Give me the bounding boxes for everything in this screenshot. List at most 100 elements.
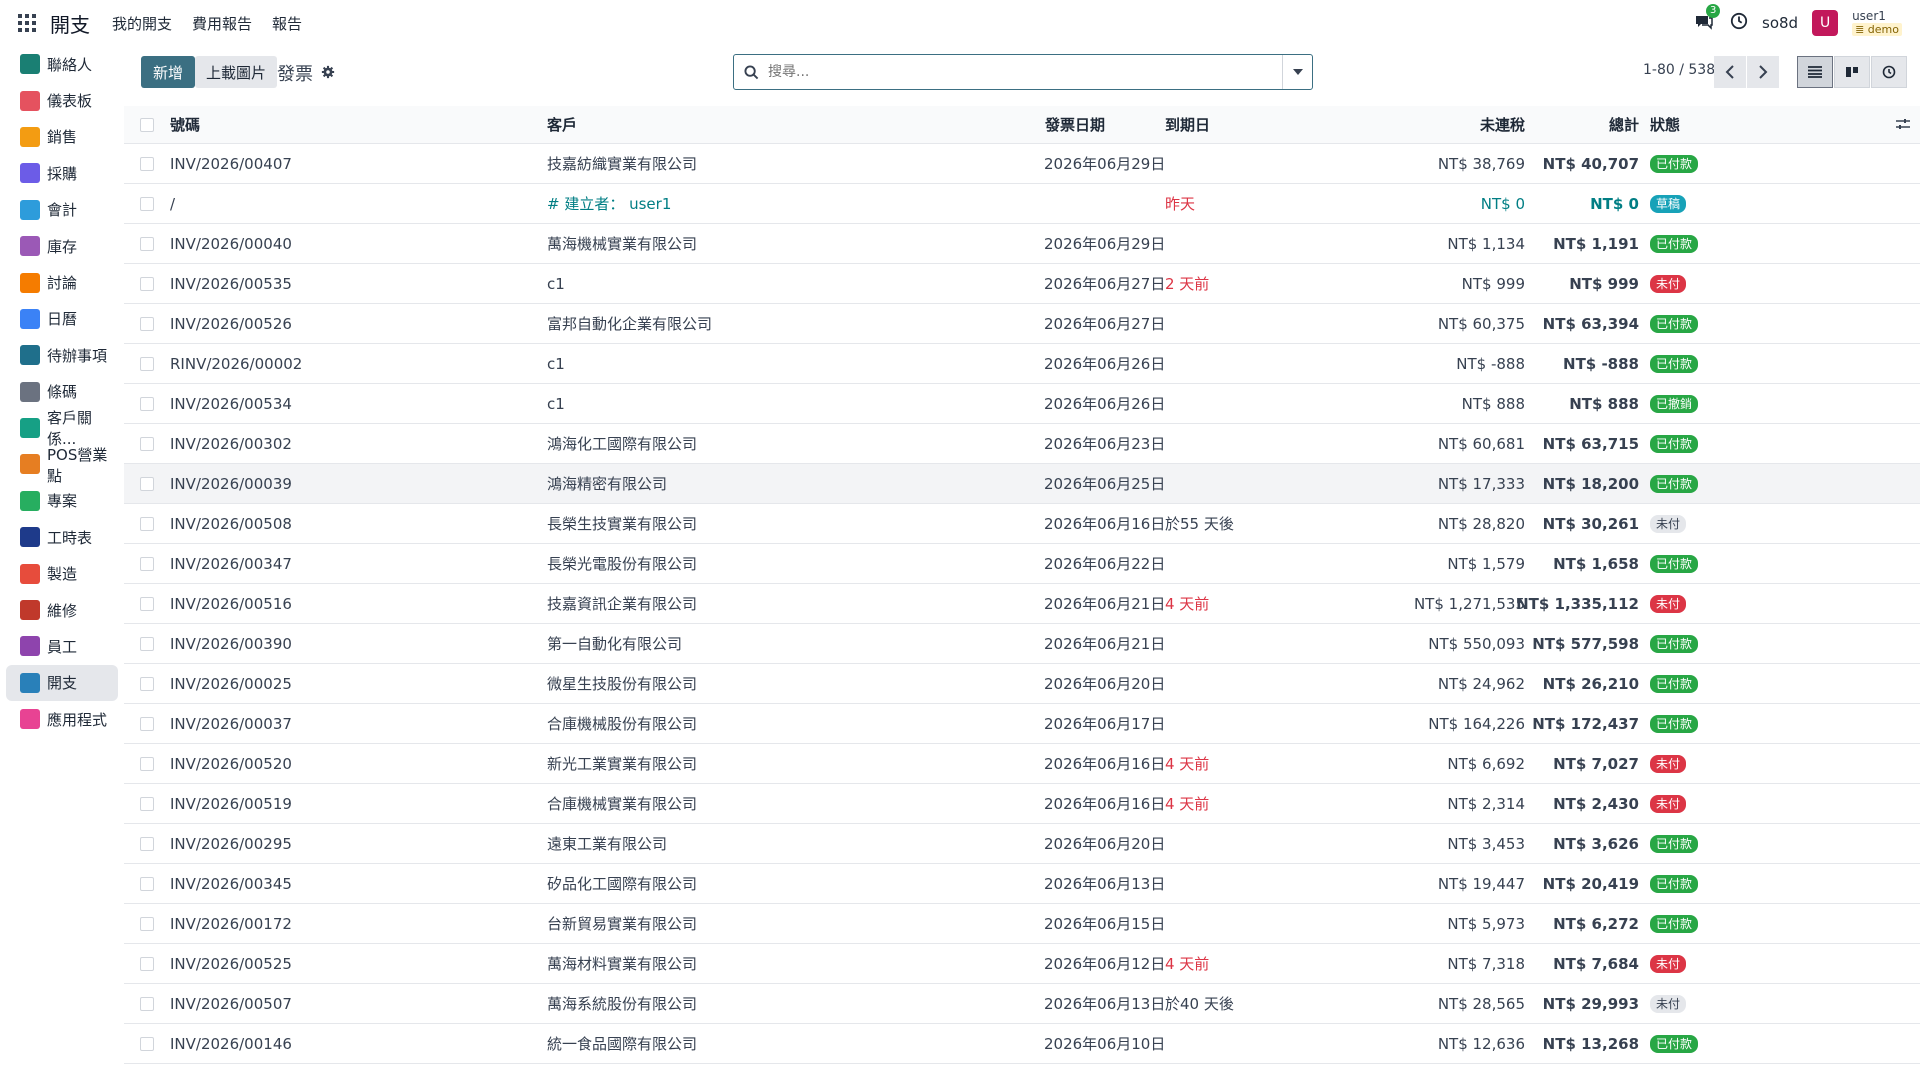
sidebar-item-purchase[interactable]: 採購 [6,155,118,191]
row-checkbox[interactable] [140,596,154,611]
optional-columns-toggle-icon[interactable] [1896,116,1910,134]
search-options-toggle[interactable] [1282,55,1312,89]
sidebar-item-apps[interactable]: 應用程式 [6,701,118,737]
row-checkbox[interactable] [140,756,154,771]
row-checkbox[interactable] [140,916,154,931]
column-header-invoice-date[interactable]: 發票日期 [1045,114,1105,135]
table-row[interactable]: INV/2026/00037 合庫機械股份有限公司 2026年06月17日 NT$ 1… [124,704,1920,744]
menu-expense-reports[interactable]: 費用報告 [192,13,252,34]
row-checkbox[interactable] [140,716,154,731]
row-checkbox[interactable] [140,876,154,891]
menu-reporting[interactable]: 報告 [272,13,302,34]
table-row[interactable]: INV/2026/00535 c1 2026年06月27日 2 天前 NT$ 999 NT… [124,264,1920,304]
column-header-total[interactable]: 總計 [1609,114,1639,135]
sidebar-item-inventory[interactable]: 庫存 [6,228,118,264]
sidebar-item-timesheet[interactable]: 工時表 [6,519,118,555]
sidebar-item-contacts[interactable]: 聯絡人 [6,46,118,82]
table-row[interactable]: INV/2026/00040 萬海機械實業有限公司 2026年06月29日 NT$ 1… [124,224,1920,264]
row-checkbox[interactable] [140,156,154,171]
table-row[interactable]: RINV/2026/00002 c1 2026年06月26日 NT$ -888 NT$ … [124,344,1920,384]
row-checkbox[interactable] [140,196,154,211]
new-button[interactable]: 新增 [141,56,196,88]
search-input[interactable] [768,64,1282,80]
table-row[interactable]: INV/2026/00039 鴻海精密有限公司 2026年06月25日 NT$ 17,… [124,464,1920,504]
customer-name: 第一自動化有限公司 [547,635,683,653]
table-row[interactable]: INV/2026/00172 台新貿易實業有限公司 2026年06月15日 NT$ 5… [124,904,1920,944]
table-row[interactable]: INV/2026/00520 新光工業實業有限公司 2026年06月16日 4 天前 N… [124,744,1920,784]
row-checkbox[interactable] [140,556,154,571]
table-row[interactable]: INV/2026/00519 合庫機械實業有限公司 2026年06月16日 4 天前 N… [124,784,1920,824]
row-checkbox[interactable] [140,356,154,371]
list-view-button[interactable] [1797,56,1833,88]
table-row[interactable]: INV/2026/00507 萬海系統股份有限公司 2026年06月13日 於40 天… [124,984,1920,1024]
column-header-customer[interactable]: 客戶 [547,114,577,135]
column-header-untaxed[interactable]: 未連稅 [1480,114,1525,135]
row-checkbox[interactable] [140,676,154,691]
row-checkbox[interactable] [140,836,154,851]
kanban-view-button[interactable] [1834,56,1870,88]
row-checkbox[interactable] [140,1036,154,1051]
menu-my-expenses[interactable]: 我的開支 [112,13,172,34]
sidebar-item-project[interactable]: 專案 [6,483,118,519]
row-checkbox[interactable] [140,476,154,491]
row-checkbox[interactable] [140,236,154,251]
pager-previous-button[interactable] [1714,56,1746,88]
table-header: 號碼 客戶 發票日期 到期日 未連稅 總計 狀態 [124,106,1920,144]
upload-image-button[interactable]: 上載圖片 [195,56,278,88]
gear-icon[interactable] [321,63,335,84]
calendar-icon [20,308,40,329]
sidebar-item-dashboard[interactable]: 儀表板 [6,82,118,118]
column-header-number[interactable]: 號碼 [170,114,200,135]
table-row[interactable]: INV/2026/00407 技嘉紡織實業有限公司 2026年06月29日 NT$ 3… [124,144,1920,184]
pager-next-button[interactable] [1747,56,1779,88]
table-row[interactable]: INV/2026/00302 鴻海化工國際有限公司 2026年06月23日 NT$ 6… [124,424,1920,464]
user-menu[interactable]: user1 ≣ demo [1852,10,1902,36]
row-checkbox[interactable] [140,636,154,651]
sidebar-item-todo[interactable]: 待辦事項 [6,337,118,373]
table-row[interactable]: INV/2026/00146 統一食品國際有限公司 2026年06月10日 NT$ 1… [124,1024,1920,1064]
table-row[interactable]: / # 建立者： user1 昨天 NT$ 0 NT$ 0 草稿 [124,184,1920,224]
sidebar-item-employees[interactable]: 員工 [6,628,118,664]
table-row[interactable]: INV/2026/00347 長榮光電股份有限公司 2026年06月22日 NT$ 1… [124,544,1920,584]
sidebar-item-crm[interactable]: 客戶關係... [6,409,118,448]
sidebar-item-repair[interactable]: 維修 [6,592,118,628]
activity-view-button[interactable] [1871,56,1907,88]
table-row[interactable]: INV/2026/00508 長榮生技實業有限公司 2026年06月16日 於55 天… [124,504,1920,544]
row-checkbox[interactable] [140,396,154,411]
app-menu-grid-icon[interactable] [18,14,36,32]
invoice-date: 2026年06月25日 [1044,475,1166,493]
row-checkbox[interactable] [140,516,154,531]
sidebar-item-label: 日曆 [47,310,78,329]
sidebar-item-barcode[interactable]: 條碼 [6,374,118,410]
company-switcher[interactable]: so8d [1762,14,1798,32]
column-header-due-date[interactable]: 到期日 [1165,114,1210,135]
user-avatar[interactable]: U [1812,10,1839,36]
table-row[interactable]: INV/2026/00525 萬海材料實業有限公司 2026年06月12日 4 天前 N… [124,944,1920,984]
row-checkbox[interactable] [140,956,154,971]
table-row[interactable]: INV/2026/00526 富邦自動化企業有限公司 2026年06月27日 NT$ … [124,304,1920,344]
table-row[interactable]: INV/2026/00390 第一自動化有限公司 2026年06月21日 NT$ 55… [124,624,1920,664]
table-row[interactable]: INV/2026/00295 遠東工業有限公司 2026年06月20日 NT$ 3,4… [124,824,1920,864]
sidebar-item-calendar[interactable]: 日曆 [6,301,118,337]
row-checkbox[interactable] [140,276,154,291]
app-name[interactable]: 開支 [50,9,90,38]
sidebar-item-accounting[interactable]: 會計 [6,192,118,228]
sidebar-item-pos[interactable]: POS營業點 [6,446,118,485]
table-row[interactable]: INV/2026/00345 矽品化工國際有限公司 2026年06月13日 NT$ 1… [124,864,1920,904]
sidebar-item-manufacturing[interactable]: 製造 [6,555,118,591]
sidebar-item-expenses[interactable]: 開支 [6,664,118,702]
row-checkbox[interactable] [140,436,154,451]
row-checkbox[interactable] [140,796,154,811]
pager-value[interactable]: 1-80 / 538 [1643,62,1715,78]
messages-icon[interactable]: 3 [1694,4,1721,34]
row-checkbox[interactable] [140,996,154,1011]
table-row[interactable]: INV/2026/00025 微星生技股份有限公司 2026年06月20日 NT$ 2… [124,664,1920,704]
sidebar-item-sales[interactable]: 銷售 [6,119,118,155]
table-row[interactable]: INV/2026/00516 技嘉資訊企業有限公司 2026年06月21日 4 天前 N… [124,584,1920,624]
table-row[interactable]: INV/2026/00534 c1 2026年06月26日 NT$ 888 NT$ 88… [124,384,1920,424]
activity-clock-icon[interactable] [1730,12,1748,34]
select-all-checkbox[interactable] [140,117,154,132]
sidebar-item-discuss[interactable]: 討論 [6,264,118,300]
column-header-status[interactable]: 狀態 [1650,114,1680,135]
row-checkbox[interactable] [140,316,154,331]
